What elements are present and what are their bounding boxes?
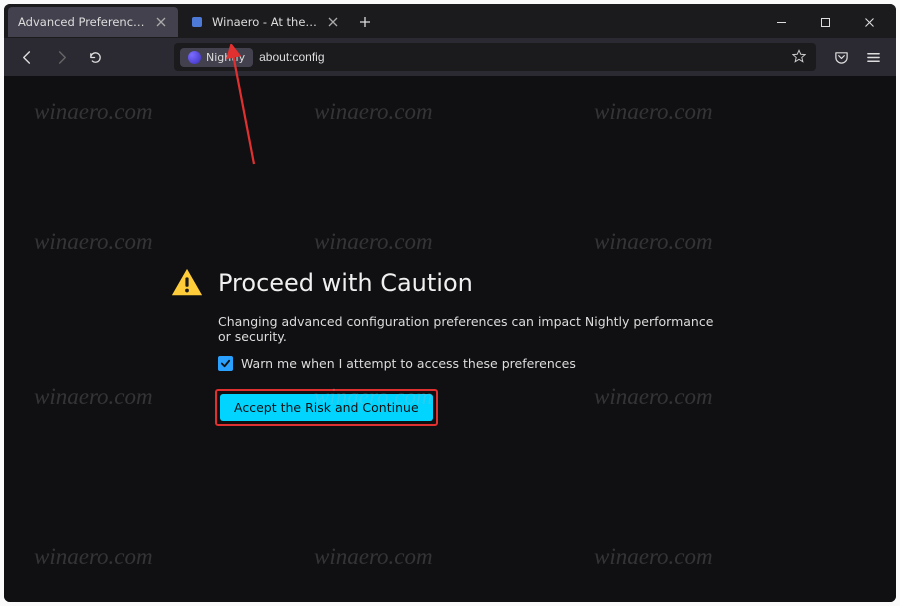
- new-tab-button[interactable]: [352, 9, 378, 35]
- maximize-button[interactable]: [804, 8, 846, 36]
- close-tab-icon[interactable]: [326, 15, 340, 29]
- app-menu-button[interactable]: [858, 42, 888, 72]
- tab-strip: Advanced Preferences Winaero - At the ed…: [8, 6, 760, 38]
- tab-winaero[interactable]: Winaero - At the edge of tweak: [180, 7, 350, 37]
- warning-heading-row: Proceed with Caution: [170, 266, 730, 300]
- url-bar[interactable]: Nightly: [174, 43, 816, 71]
- browser-window: Advanced Preferences Winaero - At the ed…: [4, 4, 896, 602]
- navigation-toolbar: Nightly: [4, 38, 896, 76]
- pocket-button[interactable]: [826, 42, 856, 72]
- favicon-icon: [190, 15, 204, 29]
- close-window-button[interactable]: [848, 8, 890, 36]
- identity-box[interactable]: Nightly: [180, 48, 253, 67]
- window-controls: [760, 8, 890, 36]
- toolbar-end: [826, 42, 888, 72]
- bookmark-star-icon[interactable]: [788, 48, 810, 67]
- accept-risk-button[interactable]: Accept the Risk and Continue: [220, 394, 433, 421]
- reload-button[interactable]: [80, 42, 110, 72]
- back-button[interactable]: [12, 42, 42, 72]
- warning-description: Changing advanced configuration preferen…: [218, 314, 730, 344]
- tab-advanced-preferences[interactable]: Advanced Preferences: [8, 7, 178, 37]
- identity-label: Nightly: [206, 51, 245, 64]
- page-content: Proceed with Caution Changing advanced c…: [4, 76, 896, 602]
- about-config-warning: Proceed with Caution Changing advanced c…: [170, 266, 730, 426]
- forward-button[interactable]: [46, 42, 76, 72]
- address-input[interactable]: [259, 50, 782, 64]
- checkbox-checked-icon: [218, 356, 233, 371]
- tab-label: Advanced Preferences: [18, 15, 146, 29]
- minimize-button[interactable]: [760, 8, 802, 36]
- tab-label: Winaero - At the edge of tweak: [212, 15, 318, 29]
- checkbox-label: Warn me when I attempt to access these p…: [241, 356, 576, 371]
- warning-title: Proceed with Caution: [218, 269, 473, 297]
- warning-triangle-icon: [170, 266, 204, 300]
- title-bar: Advanced Preferences Winaero - At the ed…: [4, 4, 896, 38]
- nightly-icon: [188, 51, 201, 64]
- warn-checkbox-row[interactable]: Warn me when I attempt to access these p…: [218, 356, 730, 371]
- warning-body: Changing advanced configuration preferen…: [218, 314, 730, 426]
- close-tab-icon[interactable]: [154, 15, 168, 29]
- accept-highlight-box: Accept the Risk and Continue: [215, 389, 438, 426]
